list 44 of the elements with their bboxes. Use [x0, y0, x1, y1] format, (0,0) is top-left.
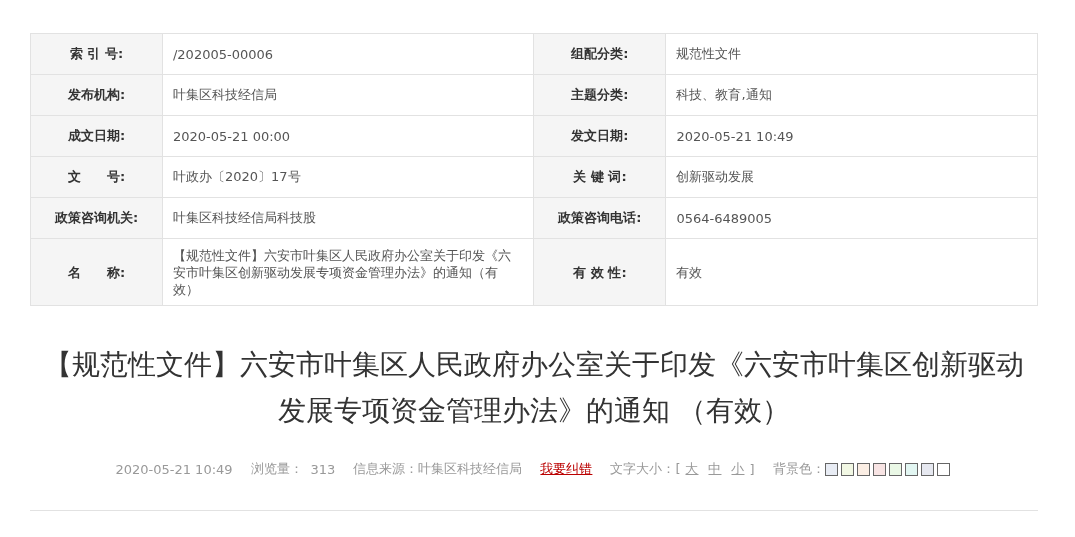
view-count: 313	[310, 461, 336, 477]
field-value: 叶集区科技经信局	[162, 74, 534, 116]
field-label: 名 称:	[30, 238, 163, 306]
field-label: 文 号:	[30, 156, 163, 198]
field-value: 科技、教育,通知	[665, 74, 1038, 116]
source-text: 信息来源：叶集区科技经信局	[353, 460, 523, 478]
field-label: 成文日期:	[30, 115, 163, 157]
field-label: 有 效 性:	[534, 238, 666, 306]
field-value: 创新驱动发展	[665, 156, 1038, 198]
article-title: 【规范性文件】六安市叶集区人民政府办公室关于印发《六安市叶集区创新驱动发展专项资金管理办法》的通知 （有效）	[43, 347, 1025, 429]
bracket: ]	[749, 461, 755, 477]
field-label: 组配分类:	[534, 33, 666, 75]
field-value: 叶集区科技经信局科技股	[162, 197, 534, 239]
field-label: 主题分类:	[534, 74, 666, 116]
field-label: 索 引 号:	[30, 33, 163, 75]
field-value: 叶政办〔2020〕17号	[162, 156, 534, 198]
font-size-link[interactable]: 中	[708, 460, 722, 478]
correction-link[interactable]: 我要纠错	[540, 460, 593, 478]
color-swatch[interactable]	[840, 462, 854, 476]
color-swatch[interactable]	[824, 462, 838, 476]
publish-date: 2020-05-21 10:49	[115, 461, 233, 477]
field-value: 【规范性文件】六安市叶集区人民政府办公室关于印发《六安市叶集区创新驱动发展专项资金管理办法》的通知（有效）	[162, 238, 534, 306]
views-label: 浏览量：	[250, 460, 303, 478]
color-swatch[interactable]	[904, 462, 918, 476]
field-value: /202005-00006	[162, 33, 534, 75]
color-swatch[interactable]	[856, 462, 870, 476]
color-swatch[interactable]	[936, 462, 950, 476]
field-value: 2020-05-21 10:49	[665, 115, 1038, 157]
field-label: 关 键 词:	[534, 156, 666, 198]
field-value: 2020-05-21 00:00	[162, 115, 534, 157]
font-size-link[interactable]: 小	[731, 460, 745, 478]
color-swatch[interactable]	[872, 462, 886, 476]
font-size-label: 文字大小：[	[610, 460, 681, 478]
field-value: 有效	[665, 238, 1038, 306]
field-value: 0564-6489005	[665, 197, 1038, 239]
color-swatch[interactable]	[920, 462, 934, 476]
color-swatch[interactable]	[888, 462, 902, 476]
field-label: 发文日期:	[534, 115, 666, 157]
font-size-link[interactable]: 大	[685, 460, 699, 478]
field-value: 规范性文件	[665, 33, 1038, 75]
field-label: 政策咨询机关:	[30, 197, 163, 239]
field-label: 发布机构:	[30, 74, 163, 116]
field-label: 政策咨询电话:	[534, 197, 666, 239]
background-label: 背景色：	[772, 460, 825, 478]
